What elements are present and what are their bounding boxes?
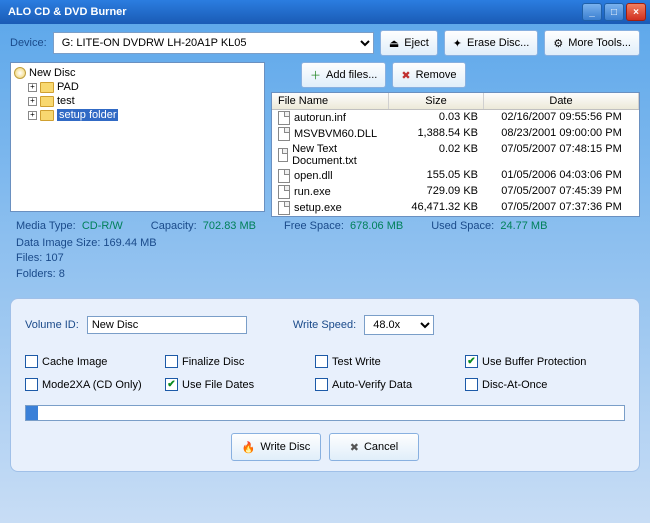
add-icon: ＋ [310, 67, 321, 83]
volume-id-input[interactable] [87, 316, 247, 334]
capacity-label: Capacity: [151, 220, 197, 232]
table-row[interactable]: New Text Document.txt0.02 KB07/05/2007 0… [272, 142, 639, 168]
file-icon [278, 111, 290, 125]
device-label: Device: [10, 37, 47, 49]
tree-item-selected[interactable]: +setup folder [14, 108, 261, 122]
disc-icon [14, 67, 26, 79]
remove-button[interactable]: ✖Remove [392, 62, 465, 88]
erase-icon: ✦ [453, 37, 462, 50]
folder-icon [40, 96, 54, 107]
table-row[interactable]: setup.exe46,471.32 KB07/05/2007 07:37:36… [272, 200, 639, 216]
use-file-dates-check[interactable]: ✔Use File Dates [165, 378, 315, 391]
disc-at-once-check[interactable]: Disc-At-Once [465, 378, 645, 391]
free-space-value: 678.06 MB [350, 220, 403, 232]
tree-item[interactable]: +test [14, 94, 261, 108]
expand-icon[interactable]: + [28, 111, 37, 120]
free-space-label: Free Space: [284, 220, 344, 232]
folders-count: Folders: 8 [16, 267, 634, 282]
folder-icon [40, 110, 54, 121]
burn-panel: Volume ID: Write Speed: 48.0x Cache Imag… [10, 298, 640, 472]
file-icon [278, 148, 288, 162]
device-select[interactable]: G: LITE-ON DVDRW LH-20A1P KL05 [53, 32, 374, 54]
file-icon [278, 201, 290, 215]
media-type-value: CD-R/W [82, 220, 123, 232]
write-speed-select[interactable]: 48.0x [364, 315, 434, 335]
used-space-value: 24.77 MB [500, 220, 547, 232]
col-filename[interactable]: File Name [272, 93, 389, 109]
finalize-disc-check[interactable]: Finalize Disc [165, 355, 315, 368]
close-button[interactable]: × [626, 3, 646, 21]
file-icon [278, 185, 290, 199]
mode2xa-check[interactable]: Mode2XA (CD Only) [25, 378, 165, 391]
folder-icon [40, 82, 54, 93]
col-size[interactable]: Size [389, 93, 484, 109]
minimize-button[interactable]: _ [582, 3, 602, 21]
title-bar: ALO CD & DVD Burner _ □ × [0, 0, 650, 24]
progress-bar [25, 405, 625, 421]
app-title: ALO CD & DVD Burner [4, 6, 580, 18]
more-tools-button[interactable]: ⚙More Tools... [544, 30, 640, 56]
buffer-protection-check[interactable]: ✔Use Buffer Protection [465, 355, 645, 368]
table-row[interactable]: run.exe729.09 KB07/05/2007 07:45:39 PM [272, 184, 639, 200]
image-size: Data Image Size: 169.44 MB [16, 236, 634, 251]
test-write-check[interactable]: Test Write [315, 355, 465, 368]
cache-image-check[interactable]: Cache Image [25, 355, 165, 368]
burn-icon: 🔥 [242, 441, 256, 454]
volume-id-label: Volume ID: [25, 319, 79, 331]
used-space-label: Used Space: [431, 220, 494, 232]
eject-icon: ⏏ [389, 37, 399, 50]
file-icon [278, 127, 290, 141]
capacity-value: 702.83 MB [203, 220, 256, 232]
table-row[interactable]: open.dll155.05 KB01/05/2006 04:03:06 PM [272, 168, 639, 184]
col-date[interactable]: Date [484, 93, 639, 109]
file-icon [278, 169, 290, 183]
add-files-button[interactable]: ＋Add files... [301, 62, 386, 88]
tree-item[interactable]: +PAD [14, 80, 261, 94]
cancel-icon: ✖ [350, 441, 359, 454]
remove-icon: ✖ [401, 69, 410, 82]
auto-verify-check[interactable]: Auto-Verify Data [315, 378, 465, 391]
expand-icon[interactable]: + [28, 83, 37, 92]
erase-button[interactable]: ✦Erase Disc... [444, 30, 539, 56]
files-count: Files: 107 [16, 251, 634, 266]
file-table[interactable]: File Name Size Date autorun.inf0.03 KB02… [271, 92, 640, 217]
eject-button[interactable]: ⏏Eject [380, 30, 438, 56]
table-row[interactable]: MSVBVM60.DLL1,388.54 KB08/23/2001 09:00:… [272, 126, 639, 142]
maximize-button[interactable]: □ [604, 3, 624, 21]
media-type-label: Media Type: [16, 220, 76, 232]
write-disc-button[interactable]: 🔥Write Disc [231, 433, 321, 461]
cancel-button[interactable]: ✖Cancel [329, 433, 419, 461]
table-row[interactable]: autorun.inf0.03 KB02/16/2007 09:55:56 PM [272, 110, 639, 126]
tree-root[interactable]: New Disc [14, 66, 261, 80]
tools-icon: ⚙ [553, 37, 563, 50]
folder-tree[interactable]: New Disc +PAD +test +setup folder [10, 62, 265, 212]
expand-icon[interactable]: + [28, 97, 37, 106]
write-speed-label: Write Speed: [293, 319, 356, 331]
